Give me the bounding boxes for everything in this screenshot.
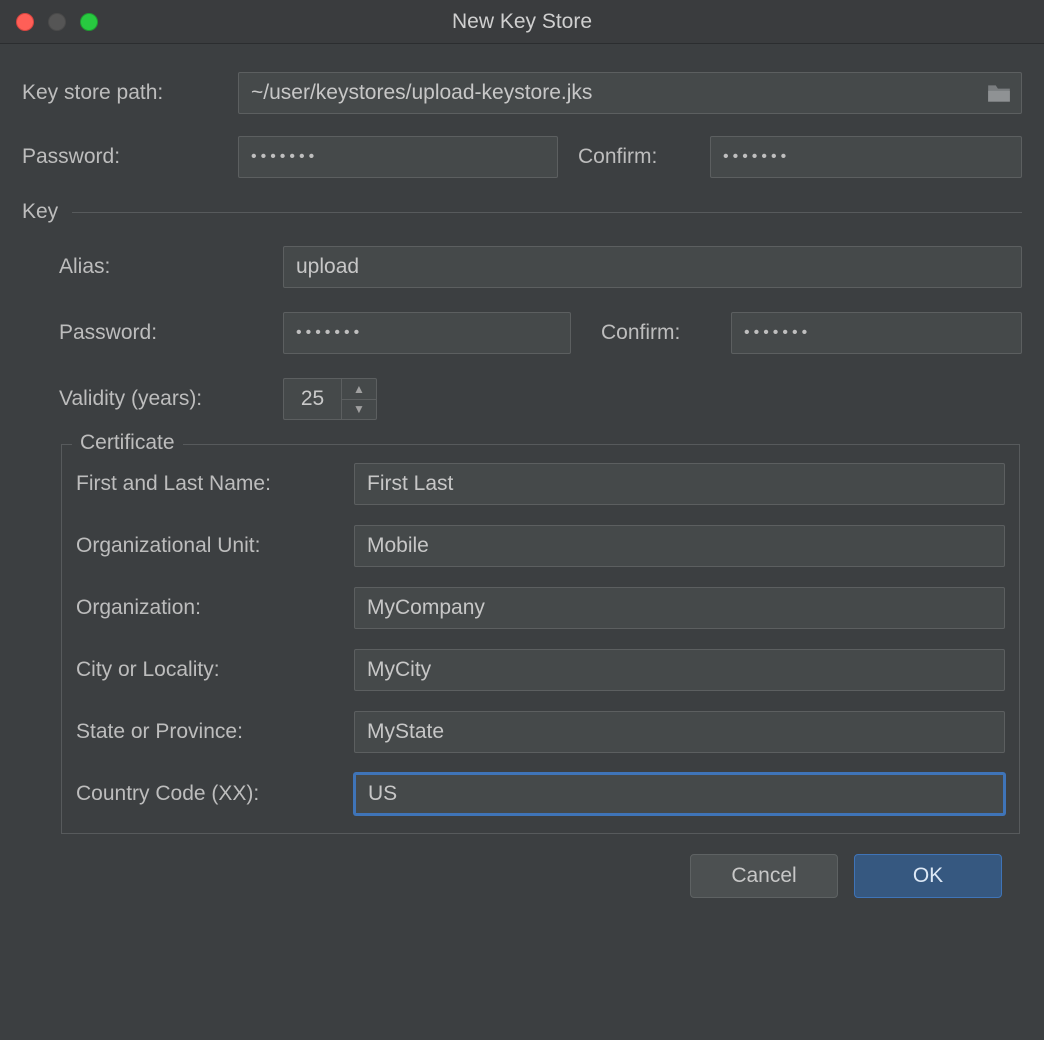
key-password-input[interactable]: •••••••: [283, 312, 571, 354]
maximize-window-button[interactable]: [80, 13, 98, 31]
cert-name-row: First and Last Name: First Last: [76, 463, 1005, 505]
certificate-legend: Certificate: [72, 431, 183, 455]
ok-button[interactable]: OK: [854, 854, 1002, 898]
validity-spinner[interactable]: 25 ▲ ▼: [283, 378, 377, 420]
cert-state-value: MyState: [367, 720, 444, 744]
chevron-down-icon[interactable]: ▼: [342, 400, 376, 420]
key-section-header: Key: [22, 200, 1022, 224]
cert-country-value: US: [368, 782, 397, 806]
window-title: New Key Store: [0, 10, 1044, 34]
cert-org-value: MyCompany: [367, 596, 485, 620]
keystore-password-value: •••••••: [251, 148, 318, 166]
dialog-footer: Cancel OK: [22, 834, 1022, 898]
keystore-path-label: Key store path:: [22, 81, 238, 105]
keystore-password-row: Password: ••••••• Confirm: •••••••: [22, 136, 1022, 178]
keystore-password-label: Password:: [22, 145, 238, 169]
keystore-path-row: Key store path: ~/user/keystores/upload-…: [22, 72, 1022, 114]
cancel-button-label: Cancel: [731, 864, 796, 888]
window-controls: [16, 13, 98, 31]
cert-org-input[interactable]: MyCompany: [354, 587, 1005, 629]
cert-state-input[interactable]: MyState: [354, 711, 1005, 753]
key-password-label: Password:: [59, 321, 283, 345]
window-titlebar: New Key Store: [0, 0, 1044, 44]
separator: [72, 212, 1022, 213]
cert-name-value: First Last: [367, 472, 453, 496]
certificate-fieldset: Certificate First and Last Name: First L…: [61, 444, 1020, 834]
key-validity-row: Validity (years): 25 ▲ ▼: [59, 378, 1022, 420]
cert-state-label: State or Province:: [76, 720, 354, 744]
key-section-label: Key: [22, 200, 58, 224]
key-alias-row: Alias: upload: [59, 246, 1022, 288]
key-password-value: •••••••: [296, 324, 363, 342]
key-confirm-label: Confirm:: [601, 321, 731, 345]
cert-orgunit-input[interactable]: Mobile: [354, 525, 1005, 567]
minimize-window-button[interactable]: [48, 13, 66, 31]
cert-orgunit-row: Organizational Unit: Mobile: [76, 525, 1005, 567]
cert-org-row: Organization: MyCompany: [76, 587, 1005, 629]
key-validity-label: Validity (years):: [59, 387, 283, 411]
validity-stepper: ▲ ▼: [341, 378, 377, 420]
cert-orgunit-label: Organizational Unit:: [76, 534, 354, 558]
keystore-path-input[interactable]: ~/user/keystores/upload-keystore.jks: [238, 72, 1022, 114]
keystore-password-input[interactable]: •••••••: [238, 136, 558, 178]
keystore-confirm-label: Confirm:: [578, 145, 710, 169]
key-alias-label: Alias:: [59, 255, 283, 279]
cert-city-input[interactable]: MyCity: [354, 649, 1005, 691]
key-confirm-input[interactable]: •••••••: [731, 312, 1022, 354]
cert-country-input[interactable]: US: [354, 773, 1005, 815]
cert-name-label: First and Last Name:: [76, 472, 354, 496]
cancel-button[interactable]: Cancel: [690, 854, 838, 898]
cert-city-label: City or Locality:: [76, 658, 354, 682]
keystore-confirm-value: •••••••: [723, 148, 790, 166]
folder-icon[interactable]: [986, 82, 1012, 104]
validity-value[interactable]: 25: [283, 378, 341, 420]
keystore-confirm-input[interactable]: •••••••: [710, 136, 1022, 178]
cert-state-row: State or Province: MyState: [76, 711, 1005, 753]
key-password-row: Password: ••••••• Confirm: •••••••: [59, 312, 1022, 354]
cert-country-label: Country Code (XX):: [76, 782, 354, 806]
cert-city-row: City or Locality: MyCity: [76, 649, 1005, 691]
key-alias-value: upload: [296, 255, 359, 279]
cert-orgunit-value: Mobile: [367, 534, 429, 558]
chevron-up-icon[interactable]: ▲: [342, 379, 376, 400]
cert-name-input[interactable]: First Last: [354, 463, 1005, 505]
cert-org-label: Organization:: [76, 596, 354, 620]
key-confirm-value: •••••••: [744, 324, 811, 342]
keystore-path-value: ~/user/keystores/upload-keystore.jks: [251, 81, 592, 105]
ok-button-label: OK: [913, 864, 943, 888]
cert-country-row: Country Code (XX): US: [76, 773, 1005, 815]
cert-city-value: MyCity: [367, 658, 431, 682]
close-window-button[interactable]: [16, 13, 34, 31]
key-alias-input[interactable]: upload: [283, 246, 1022, 288]
